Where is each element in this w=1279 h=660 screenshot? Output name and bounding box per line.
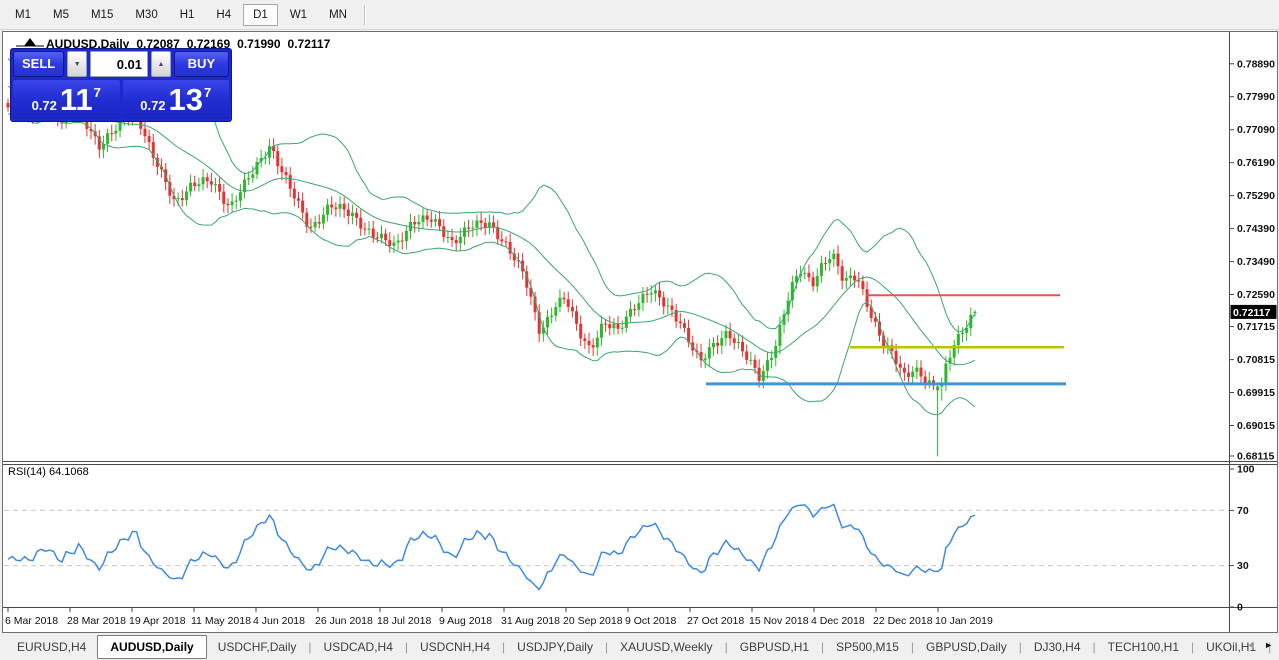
tab-separator: | (1018, 639, 1022, 654)
tf-button-m5[interactable]: M5 (43, 4, 79, 26)
svg-text:31 Aug 2018: 31 Aug 2018 (501, 615, 560, 627)
svg-text:0.73490: 0.73490 (1237, 256, 1275, 268)
buy-price-big: 13 (168, 81, 204, 117)
tf-button-m1[interactable]: M1 (5, 4, 41, 26)
svg-text:9 Oct 2018: 9 Oct 2018 (625, 615, 677, 627)
ohlc-close: 0.72117 (287, 37, 331, 51)
volume-input[interactable] (90, 51, 149, 77)
tab-u[interactable]: U (1272, 635, 1279, 659)
svg-text:0.72117: 0.72117 (1233, 307, 1271, 319)
tf-button-w1[interactable]: W1 (280, 4, 317, 26)
svg-text:0.70815: 0.70815 (1237, 354, 1275, 366)
svg-text:70: 70 (1237, 505, 1249, 517)
tab-usdchf-daily[interactable]: USDCHF,Daily (207, 635, 308, 659)
buy-price-display[interactable]: 0.72137 (122, 80, 229, 119)
svg-text:0.76190: 0.76190 (1237, 157, 1275, 169)
tab-separator: | (404, 639, 409, 654)
svg-text:4 Dec 2018: 4 Dec 2018 (811, 615, 865, 627)
svg-text:0.68115: 0.68115 (1237, 451, 1275, 463)
toolbar-separator (363, 4, 365, 25)
one-click-trading-panel: SELL ▼ ▲ BUY 0.72117 0.72137 (10, 48, 232, 122)
svg-text:15 Nov 2018: 15 Nov 2018 (749, 615, 809, 627)
tab-usdcnh-h4[interactable]: USDCNH,H4 (409, 635, 501, 659)
tf-button-h4[interactable]: H4 (206, 4, 241, 26)
rsi-indicator-label: RSI(14) 64.1068 (8, 466, 89, 478)
tab-dj30-h4[interactable]: DJ30,H4 (1023, 635, 1092, 659)
tab-tech100-h1[interactable]: TECH100,H1 (1097, 635, 1190, 659)
svg-text:26 Jun 2018: 26 Jun 2018 (315, 615, 373, 627)
svg-text:28 Mar 2018: 28 Mar 2018 (67, 615, 126, 627)
sell-button[interactable]: SELL (13, 51, 65, 77)
svg-text:0.72590: 0.72590 (1237, 289, 1275, 301)
svg-text:0: 0 (1237, 602, 1243, 614)
chart-tabs-bar: EURUSD,H4 AUDUSD,Daily USDCHF,Daily | USDCAD… (0, 633, 1279, 660)
svg-text:20 Sep 2018: 20 Sep 2018 (563, 615, 623, 627)
svg-text:6 Mar 2018: 6 Mar 2018 (5, 615, 58, 627)
tab-audusd-daily[interactable]: AUDUSD,Daily (97, 634, 207, 659)
tab-separator: | (910, 639, 915, 654)
tf-button-d1[interactable]: D1 (243, 3, 278, 26)
tab-xauusd-weekly[interactable]: XAUUSD,Weekly (609, 635, 723, 659)
sell-price-big: 11 (59, 81, 93, 117)
svg-text:0.77090: 0.77090 (1237, 124, 1275, 136)
tab-separator: | (1092, 639, 1096, 654)
chart-canvas[interactable]: 0.78890 0.77990 0.77090 0.76190 0.75290 0.743… (3, 32, 1277, 632)
chevron-down-icon: ▼ (73, 60, 81, 68)
svg-text:0.69015: 0.69015 (1237, 420, 1275, 432)
svg-text:9 Aug 2018: 9 Aug 2018 (439, 615, 492, 627)
tab-separator: | (308, 639, 312, 654)
svg-text:30: 30 (1237, 560, 1249, 572)
svg-text:0.78890: 0.78890 (1237, 58, 1275, 70)
tab-usdjpy-daily[interactable]: USDJPY,Daily (506, 635, 604, 659)
tab-usdcad-h4[interactable]: USDCAD,H4 (313, 635, 404, 659)
tf-button-mn[interactable]: MN (319, 4, 357, 26)
tabs-scroll-right-icon[interactable]: ► (1264, 640, 1273, 650)
tf-button-m15[interactable]: M15 (81, 4, 123, 26)
tab-gbpusd-h1[interactable]: GBPUSD,H1 (729, 635, 820, 659)
sell-price-display[interactable]: 0.72117 (13, 80, 120, 119)
buy-price-prefix: 0.72 (140, 97, 166, 113)
svg-text:0.71715: 0.71715 (1237, 321, 1275, 333)
svg-text:4 Jun 2018: 4 Jun 2018 (253, 615, 305, 627)
svg-text:22 Dec 2018: 22 Dec 2018 (873, 615, 933, 627)
timeframe-toolbar: M1 M5 M15 M30 H1 H4 D1 W1 MN (0, 0, 1279, 30)
tab-separator: | (724, 639, 728, 654)
ohlc-low: 0.71990 (237, 37, 281, 51)
svg-text:27 Oct 2018: 27 Oct 2018 (687, 615, 744, 627)
buy-price: 0.72137 (140, 82, 211, 118)
tabs-scroll-arrows: ◄ ► (1246, 640, 1273, 650)
tab-separator: | (604, 639, 609, 654)
tabs-scroll-left-icon[interactable]: ◄ (1246, 640, 1255, 650)
buy-price-sup: 7 (204, 84, 212, 100)
svg-text:0.74390: 0.74390 (1237, 223, 1275, 235)
trade-controls-row: SELL ▼ ▲ BUY (13, 51, 230, 77)
tab-separator: | (821, 639, 825, 654)
chart-tabs: EURUSD,H4 AUDUSD,Daily USDCHF,Daily | USDCAD… (0, 633, 1279, 660)
trade-prices-row: 0.72117 0.72137 (13, 80, 229, 119)
tf-button-h1[interactable]: H1 (170, 4, 205, 26)
sell-price-sup: 7 (93, 84, 101, 100)
tab-separator: | (502, 639, 506, 654)
buy-button[interactable]: BUY (173, 51, 230, 77)
sell-price-prefix: 0.72 (31, 97, 57, 113)
chevron-up-icon: ▲ (157, 60, 165, 68)
svg-text:0.75290: 0.75290 (1237, 190, 1275, 202)
sell-price: 0.72117 (32, 82, 101, 118)
tab-gbpusd-daily[interactable]: GBPUSD,Daily (915, 635, 1018, 659)
svg-text:11 May 2018: 11 May 2018 (191, 615, 251, 627)
svg-text:19 Apr 2018: 19 Apr 2018 (129, 615, 186, 627)
chart-window: 0.78890 0.77990 0.77090 0.76190 0.75290 0.743… (2, 31, 1278, 633)
volume-increase-button[interactable]: ▲ (151, 51, 171, 77)
tab-separator: | (1191, 639, 1195, 654)
svg-text:0.77990: 0.77990 (1237, 91, 1275, 103)
tab-eurusd-h4[interactable]: EURUSD,H4 (6, 635, 97, 659)
svg-text:0.69915: 0.69915 (1237, 387, 1275, 399)
tab-sp500-m15[interactable]: SP500,M15 (825, 635, 910, 659)
svg-text:18 Jul 2018: 18 Jul 2018 (377, 615, 431, 627)
volume-decrease-button[interactable]: ▼ (67, 51, 88, 77)
svg-text:10 Jan 2019: 10 Jan 2019 (935, 615, 993, 627)
svg-text:100: 100 (1237, 464, 1255, 476)
tf-button-m30[interactable]: M30 (125, 4, 167, 26)
